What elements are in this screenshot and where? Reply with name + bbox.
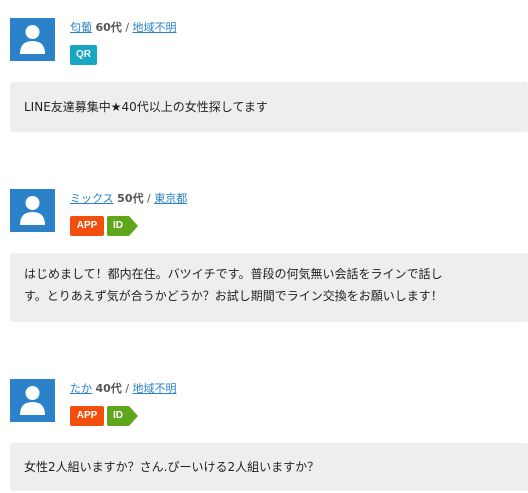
person-icon — [20, 196, 45, 225]
person-icon — [20, 25, 45, 54]
username-link[interactable]: たか — [70, 382, 92, 395]
meta-separator: / — [125, 382, 130, 395]
post-meta: 匂葡 60代 / 地域不明 — [70, 21, 177, 34]
message-text: 女性2人組いますか？さん.ぴーいける2人組いますか？ — [24, 460, 320, 474]
age-label: 40代 — [95, 382, 122, 395]
id-badge[interactable]: ID — [107, 216, 138, 236]
meta-separator: / — [146, 192, 151, 205]
message-bubble: はじめまして！都内在住。バツイチです。普段の何気無い会話をラインで話し す。とり… — [10, 253, 528, 322]
username-link[interactable]: ミックス — [70, 192, 114, 205]
avatar[interactable] — [10, 18, 55, 61]
message-bubble: 女性2人組いますか？さん.ぴーいける2人組いますか？ — [10, 443, 528, 491]
avatar[interactable] — [10, 189, 55, 232]
region-link[interactable]: 東京都 — [154, 192, 187, 205]
qr-badge[interactable]: QR — [70, 45, 97, 65]
app-badge[interactable]: APP — [70, 406, 104, 426]
post-meta: ミックス 50代 / 東京都 — [70, 192, 187, 205]
person-icon — [20, 386, 45, 415]
meta-separator: / — [125, 21, 130, 34]
age-label: 50代 — [117, 192, 144, 205]
message-text: す。とりあえず気が合うかどうか？お試し期間でライン交換をお願いします！ — [24, 289, 443, 303]
message-bubble: LINE友達募集中★40代以上の女性探してます — [10, 82, 528, 132]
post-meta: たか 40代 / 地域不明 — [70, 382, 177, 395]
message-text: はじめまして！都内在住。バツイチです。普段の何気無い会話をラインで話し — [24, 267, 443, 281]
avatar[interactable] — [10, 379, 55, 422]
region-link[interactable]: 地域不明 — [133, 382, 177, 395]
region-link[interactable]: 地域不明 — [133, 21, 177, 34]
age-label: 60代 — [95, 21, 122, 34]
message-text: LINE友達募集中★40代以上の女性探してます — [24, 100, 268, 114]
id-badge[interactable]: ID — [107, 406, 138, 426]
username-link[interactable]: 匂葡 — [70, 21, 92, 34]
app-badge[interactable]: APP — [70, 216, 104, 236]
